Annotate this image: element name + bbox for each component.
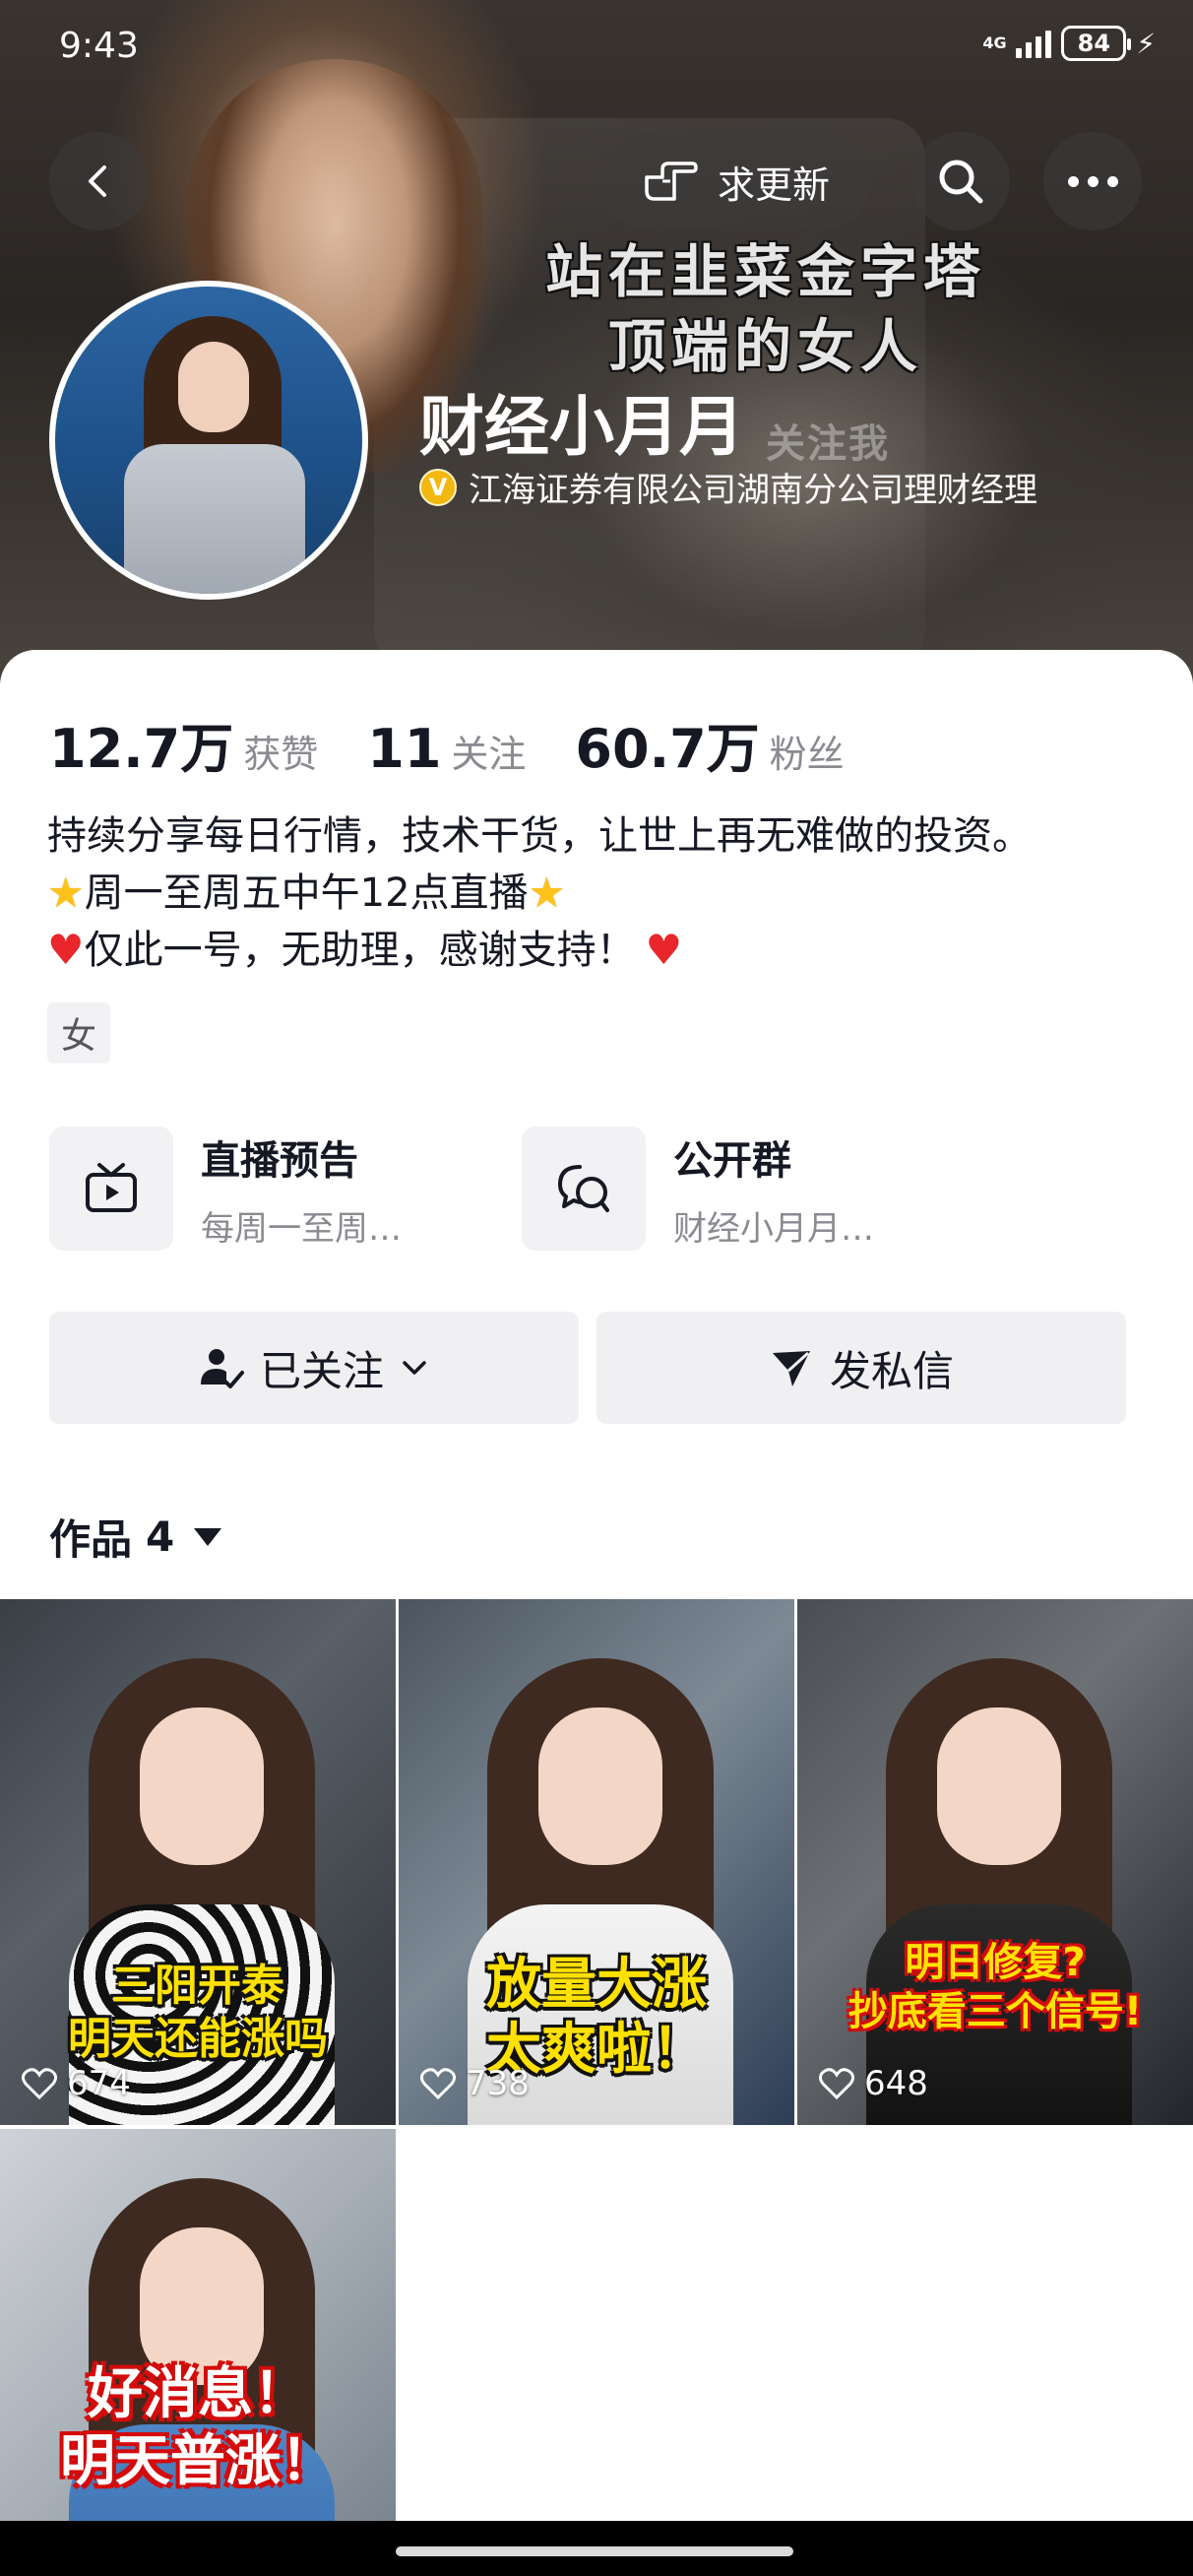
video-likes: 674 (22, 2064, 131, 2103)
followed-label: 已关注 (259, 1346, 384, 1395)
more-icon (1067, 175, 1118, 187)
live-preview-subtitle: 每周一至周… (201, 1208, 402, 1249)
back-button[interactable] (49, 132, 148, 230)
video-tile[interactable]: 放量大涨 太爽啦！ 738 (399, 1599, 794, 2125)
send-message-button[interactable]: 发私信 (596, 1312, 1126, 1424)
stats-row: 12.7万 获赞 11 关注 60.7万 粉丝 (49, 705, 894, 783)
followers-count[interactable]: 60.7万 (575, 705, 759, 783)
heart-outline-icon (420, 2068, 456, 2099)
video-caption-2: 明天普涨！ (60, 2429, 336, 2493)
hand-point-icon (645, 161, 698, 201)
cover-slogan-line2: 顶端的女人 (607, 313, 923, 380)
following-label[interactable]: 关注 (451, 724, 526, 778)
charging-icon: ⚡ (1136, 27, 1156, 60)
live-preview-title: 直播预告 (201, 1137, 358, 1184)
video-tile[interactable]: 三阳开泰 明天还能涨吗 674 (0, 1599, 396, 2125)
works-label: 作品 (49, 1515, 133, 1564)
chat-group-icon (522, 1127, 646, 1251)
public-group-subtitle: 财经小月月… (673, 1208, 874, 1249)
bio-line-3: ♥ 仅此一号，无助理，感谢支持！ ♥ (47, 922, 1032, 979)
home-indicator[interactable] (396, 2546, 793, 2556)
video-likes-count: 648 (864, 2064, 928, 2103)
bio: 持续分享每日行情，技术干货，让世上再无难做的投资。 ★ 周一至周五中午12点直播… (47, 807, 1032, 979)
works-count: 4 (146, 1513, 175, 1561)
public-group-entry[interactable]: 公开群 财经小月月… (522, 1127, 874, 1251)
heart-icon: ♥ (47, 926, 85, 974)
live-preview-entry[interactable]: 直播预告 每周一至周… (49, 1127, 402, 1251)
cover-slogan-line1: 站在韭菜金字塔 (544, 238, 986, 305)
video-likes: 738 (420, 2064, 530, 2103)
bio-line-2-text: 周一至周五中午12点直播 (84, 870, 529, 916)
public-group-title: 公开群 (673, 1137, 791, 1184)
battery-level: 84 (1077, 30, 1111, 57)
heart-outline-icon (819, 2068, 854, 2099)
caret-down-icon (194, 1527, 222, 1546)
bio-line-2: ★ 周一至周五中午12点直播 ★ (47, 865, 1032, 922)
video-likes: 648 (819, 2064, 928, 2103)
profile-name: 财经小月月 (419, 389, 744, 465)
search-button[interactable] (911, 132, 1010, 230)
chevron-down-icon (403, 1361, 426, 1375)
following-count[interactable]: 11 (367, 718, 441, 780)
signal-icon (1016, 29, 1052, 58)
status-icons: 4G 84 ⚡ (982, 26, 1156, 61)
send-icon (772, 1351, 810, 1386)
gender-tag: 女 (47, 1002, 111, 1063)
verification-text: 江海证券有限公司湖南分公司理财经理 (469, 471, 1037, 510)
video-likes-count: 738 (466, 2064, 530, 2103)
followed-button[interactable]: 已关注 (49, 1312, 579, 1424)
search-icon (939, 160, 983, 204)
works-tab[interactable]: 作品 4 (49, 1507, 222, 1567)
cover-slogan: 站在韭菜金字塔 顶端的女人 关注我 (471, 234, 1061, 467)
verified-badge-icon: V (419, 468, 457, 506)
battery-icon: 84 (1061, 26, 1132, 61)
followers-label[interactable]: 粉丝 (770, 724, 845, 778)
verification-info[interactable]: V 江海证券有限公司湖南分公司理财经理 (419, 463, 1037, 511)
heart-icon: ♥ (645, 926, 683, 974)
user-check-icon (200, 1349, 244, 1388)
bio-line-1: 持续分享每日行情，技术干货，让世上再无难做的投资。 (47, 813, 1032, 859)
star-icon: ★ (47, 869, 85, 917)
video-tile[interactable]: 明日修复? 抄底看三个信号! 648 (797, 1599, 1193, 2125)
request-update-button[interactable]: 求更新 (602, 132, 870, 230)
video-tile[interactable]: 好消息！ 明天普涨！ (0, 2129, 396, 2521)
status-time: 9:43 (59, 26, 139, 66)
request-update-label: 求更新 (717, 162, 830, 207)
video-likes-count: 674 (67, 2064, 131, 2103)
bio-line-3-text: 仅此一号，无助理，感谢支持！ (84, 928, 636, 973)
likes-count: 12.7万 (49, 718, 234, 780)
more-button[interactable] (1043, 132, 1142, 230)
chevron-left-icon (89, 165, 106, 197)
tv-icon (49, 1127, 173, 1251)
avatar[interactable] (49, 281, 368, 600)
star-icon: ★ (528, 869, 566, 917)
video-caption-2: 抄底看三个信号! (848, 1989, 1143, 2034)
send-message-label: 发私信 (829, 1346, 954, 1395)
video-caption-2: 明天还能涨吗 (68, 2014, 328, 2064)
heart-outline-icon (22, 2068, 57, 2099)
likes-label: 获赞 (243, 733, 319, 776)
network-type: 4G (982, 33, 1007, 52)
